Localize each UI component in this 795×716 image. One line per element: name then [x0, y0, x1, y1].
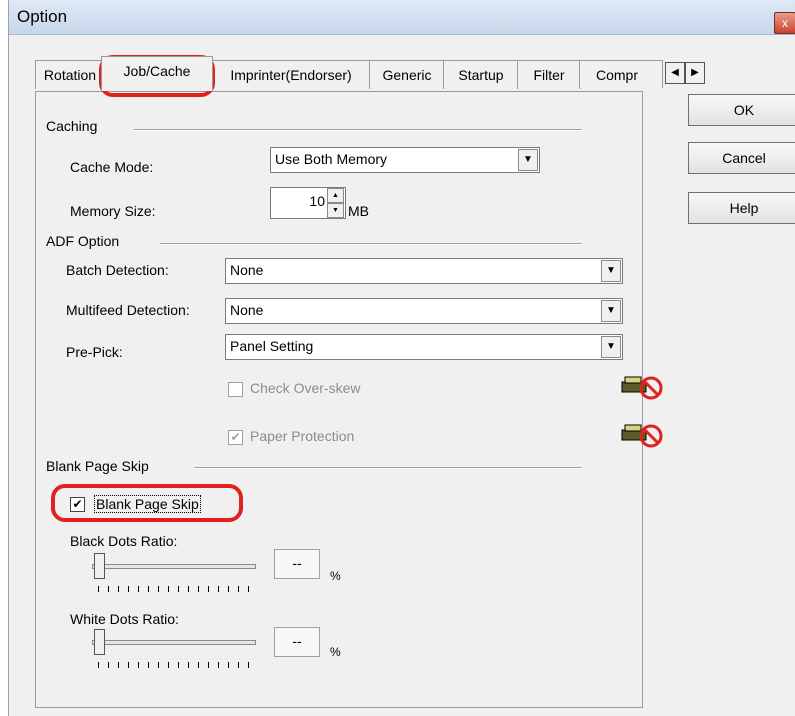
dropdown-arrow-icon[interactable]: ▼	[518, 149, 538, 171]
batch-detection-value: None	[230, 262, 264, 278]
memory-size-label: Memory Size:	[70, 203, 156, 219]
white-dots-ticks	[98, 662, 250, 668]
dropdown-arrow-icon[interactable]: ▼	[601, 260, 621, 282]
memory-size-value: 10	[309, 193, 325, 209]
scroll-right-icon[interactable]: ▶	[685, 62, 705, 84]
caching-divider	[134, 129, 582, 131]
pre-pick-value: Panel Setting	[230, 338, 314, 354]
spin-up-icon[interactable]: ▲	[327, 188, 344, 203]
white-dots-value: --	[274, 627, 320, 657]
check-overskew-checkbox[interactable]	[228, 382, 243, 397]
tab-filter[interactable]: Filter	[517, 60, 581, 89]
blank-page-skip-label: Blank Page Skip	[94, 495, 201, 513]
tab-job-cache[interactable]: Job/Cache	[101, 56, 213, 91]
white-dots-ratio-label: White Dots Ratio:	[70, 611, 179, 627]
multifeed-detection-label: Multifeed Detection:	[66, 302, 190, 318]
white-dots-slider-thumb[interactable]	[94, 629, 105, 655]
scroll-left-icon[interactable]: ◀	[665, 62, 685, 84]
black-dots-slider-thumb[interactable]	[94, 553, 105, 579]
batch-detection-select[interactable]: None ▼	[225, 258, 623, 284]
blank-page-group-label: Blank Page Skip	[46, 458, 149, 474]
paper-protection-label: Paper Protection	[250, 428, 355, 444]
caching-group-label: Caching	[46, 118, 98, 134]
blank-page-divider	[194, 467, 582, 469]
title-bar: Option x	[9, 0, 795, 35]
job-cache-panel: Caching Cache Mode: Use Both Memory ▼ Me…	[35, 91, 663, 708]
white-dots-unit: %	[330, 645, 341, 659]
tab-scroll-arrows: ◀ ▶	[665, 62, 705, 84]
dropdown-arrow-icon[interactable]: ▼	[601, 300, 621, 322]
spin-down-icon[interactable]: ▼	[327, 203, 344, 218]
multifeed-detection-value: None	[230, 302, 264, 318]
black-dots-ratio-label: Black Dots Ratio:	[70, 533, 178, 549]
option-dialog: Option x Rotation Job/Cache Imprinter(En…	[8, 0, 795, 716]
cache-mode-value: Use Both Memory	[275, 151, 388, 167]
tab-startup[interactable]: Startup	[443, 60, 519, 89]
tab-rotation[interactable]: Rotation	[35, 60, 105, 89]
cache-mode-select[interactable]: Use Both Memory ▼	[270, 147, 540, 173]
cancel-button[interactable]: Cancel	[688, 142, 795, 174]
scanner-not-supported-icon	[621, 376, 663, 400]
memory-unit: MB	[348, 203, 369, 219]
black-dots-ticks	[98, 586, 250, 592]
dropdown-arrow-icon[interactable]: ▼	[601, 336, 621, 358]
help-button[interactable]: Help	[688, 192, 795, 224]
black-dots-value: --	[274, 549, 320, 579]
adf-group-label: ADF Option	[46, 233, 120, 249]
ok-button[interactable]: OK	[688, 94, 795, 126]
white-dots-slider-track[interactable]	[92, 640, 256, 645]
pre-pick-label: Pre-Pick:	[66, 344, 123, 360]
window-title: Option	[17, 7, 68, 26]
adf-divider	[160, 243, 582, 245]
batch-detection-label: Batch Detection:	[66, 262, 169, 278]
cache-mode-label: Cache Mode:	[70, 159, 154, 175]
black-dots-slider-track[interactable]	[92, 564, 256, 569]
tab-generic[interactable]: Generic	[369, 60, 445, 89]
pre-pick-select[interactable]: Panel Setting ▼	[225, 334, 623, 360]
memory-size-spinner[interactable]: 10 ▲ ▼	[270, 187, 346, 219]
tab-imprinter[interactable]: Imprinter(Endorser)	[211, 60, 371, 89]
multifeed-detection-select[interactable]: None ▼	[225, 298, 623, 324]
check-overskew-label: Check Over-skew	[250, 380, 361, 396]
tab-compression[interactable]: Compr	[579, 60, 663, 88]
scanner-not-supported-icon	[621, 424, 663, 448]
black-dots-unit: %	[330, 569, 341, 583]
close-icon[interactable]: x	[774, 12, 795, 34]
paper-protection-checkbox[interactable]: ✔	[228, 430, 243, 445]
blank-page-skip-checkbox[interactable]: ✔	[70, 497, 85, 512]
